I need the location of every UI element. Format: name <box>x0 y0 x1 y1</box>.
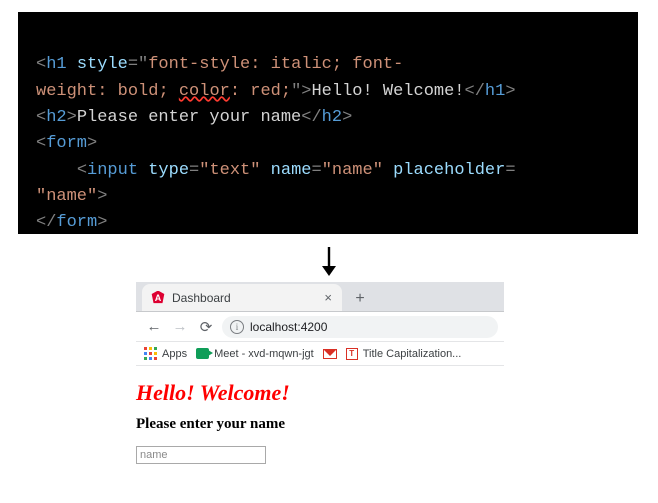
gmail-icon <box>323 349 337 359</box>
semi: ; <box>281 82 291 101</box>
style-prop: font- <box>352 55 403 74</box>
bookmark-label: Meet - xvd-mqwn-jgt <box>214 348 314 360</box>
colon: : <box>97 82 117 101</box>
style-val: red <box>250 82 281 101</box>
tag-input: input <box>87 161 138 180</box>
browser-toolbar: ← → ⟳ i localhost:4200 <box>136 312 504 342</box>
attr-name: name <box>271 161 312 180</box>
colon: : <box>250 55 270 74</box>
bookmark-label: Title Capitalization... <box>363 348 462 360</box>
site-info-icon[interactable]: i <box>230 320 244 334</box>
tag-h1: h1 <box>46 55 66 74</box>
apps-shortcut[interactable]: Apps <box>144 347 187 360</box>
reload-button[interactable]: ⟳ <box>194 315 218 339</box>
tag-h2: h2 <box>46 108 66 127</box>
tag-form: form <box>46 134 87 153</box>
attr-val: "name" <box>36 187 97 206</box>
name-input[interactable] <box>136 446 266 464</box>
gt: > <box>87 134 97 153</box>
style-prop: font-style <box>148 55 250 74</box>
bookmark-label: Apps <box>162 348 187 360</box>
attr-val: "text" <box>199 161 260 180</box>
bookmark-meet[interactable]: Meet - xvd-mqwn-jgt <box>196 348 314 360</box>
apps-grid-icon <box>144 347 157 360</box>
rendered-output: Hello! Welcome! Please enter your name <box>136 380 504 464</box>
name-form <box>136 445 504 464</box>
angle-open: < <box>77 161 87 180</box>
gt: > <box>67 108 77 127</box>
tab-title: Dashboard <box>172 291 317 305</box>
tag-h2: h2 <box>322 108 342 127</box>
titlecap-icon: T <box>346 348 358 360</box>
angle-open: < <box>36 134 46 153</box>
meet-icon <box>196 348 209 359</box>
url-text: localhost:4200 <box>250 320 327 334</box>
attr-style: style <box>77 55 128 74</box>
attr-type: type <box>148 161 189 180</box>
style-val: bold <box>118 82 159 101</box>
style-prop-color: color <box>179 82 230 101</box>
angle-open: < <box>36 55 46 74</box>
indent <box>36 161 77 180</box>
tab-strip: A Dashboard × + <box>136 282 504 312</box>
close-open: </ <box>465 82 485 101</box>
address-bar[interactable]: i localhost:4200 <box>222 316 498 338</box>
tag-h1: h1 <box>485 82 505 101</box>
tag-form: form <box>56 213 97 232</box>
attr-val: "name" <box>322 161 383 180</box>
colon: : <box>230 82 250 101</box>
gt: > <box>342 108 352 127</box>
angular-favicon-icon: A <box>151 291 165 305</box>
eq-quote: =" <box>128 55 148 74</box>
gt: > <box>97 187 107 206</box>
close-icon[interactable]: × <box>324 290 332 305</box>
bookmarks-bar: Apps Meet - xvd-mqwn-jgt T Title Capital… <box>136 342 504 366</box>
semi: ; <box>158 82 178 101</box>
code-editor: <h1 style="font-style: italic; font- wei… <box>18 12 638 234</box>
text-content: Please enter your name <box>77 108 301 127</box>
close-open: </ <box>301 108 321 127</box>
new-tab-button[interactable]: + <box>348 287 372 311</box>
page-heading: Hello! Welcome! <box>136 380 504 406</box>
quote-close: " <box>291 82 301 101</box>
gt: > <box>301 82 311 101</box>
close-open: </ <box>36 213 56 232</box>
style-val: italic <box>271 55 332 74</box>
forward-button[interactable]: → <box>168 315 192 339</box>
gt: > <box>97 213 107 232</box>
eq: = <box>311 161 321 180</box>
bookmark-gmail[interactable] <box>323 349 337 359</box>
eq: = <box>505 161 515 180</box>
text-content: Hello! Welcome! <box>311 82 464 101</box>
angle-open: < <box>36 108 46 127</box>
style-prop: weight <box>36 82 97 101</box>
browser-preview: A Dashboard × + ← → ⟳ i localhost:4200 A… <box>136 282 504 366</box>
semi: ; <box>332 55 352 74</box>
eq: = <box>189 161 199 180</box>
back-button[interactable]: ← <box>142 315 166 339</box>
arrow-down-icon <box>316 244 342 278</box>
browser-tab[interactable]: A Dashboard × <box>142 284 342 311</box>
bookmark-titlecap[interactable]: T Title Capitalization... <box>346 348 462 360</box>
attr-placeholder: placeholder <box>393 161 505 180</box>
page-subheading: Please enter your name <box>136 416 504 433</box>
gt: > <box>505 82 515 101</box>
